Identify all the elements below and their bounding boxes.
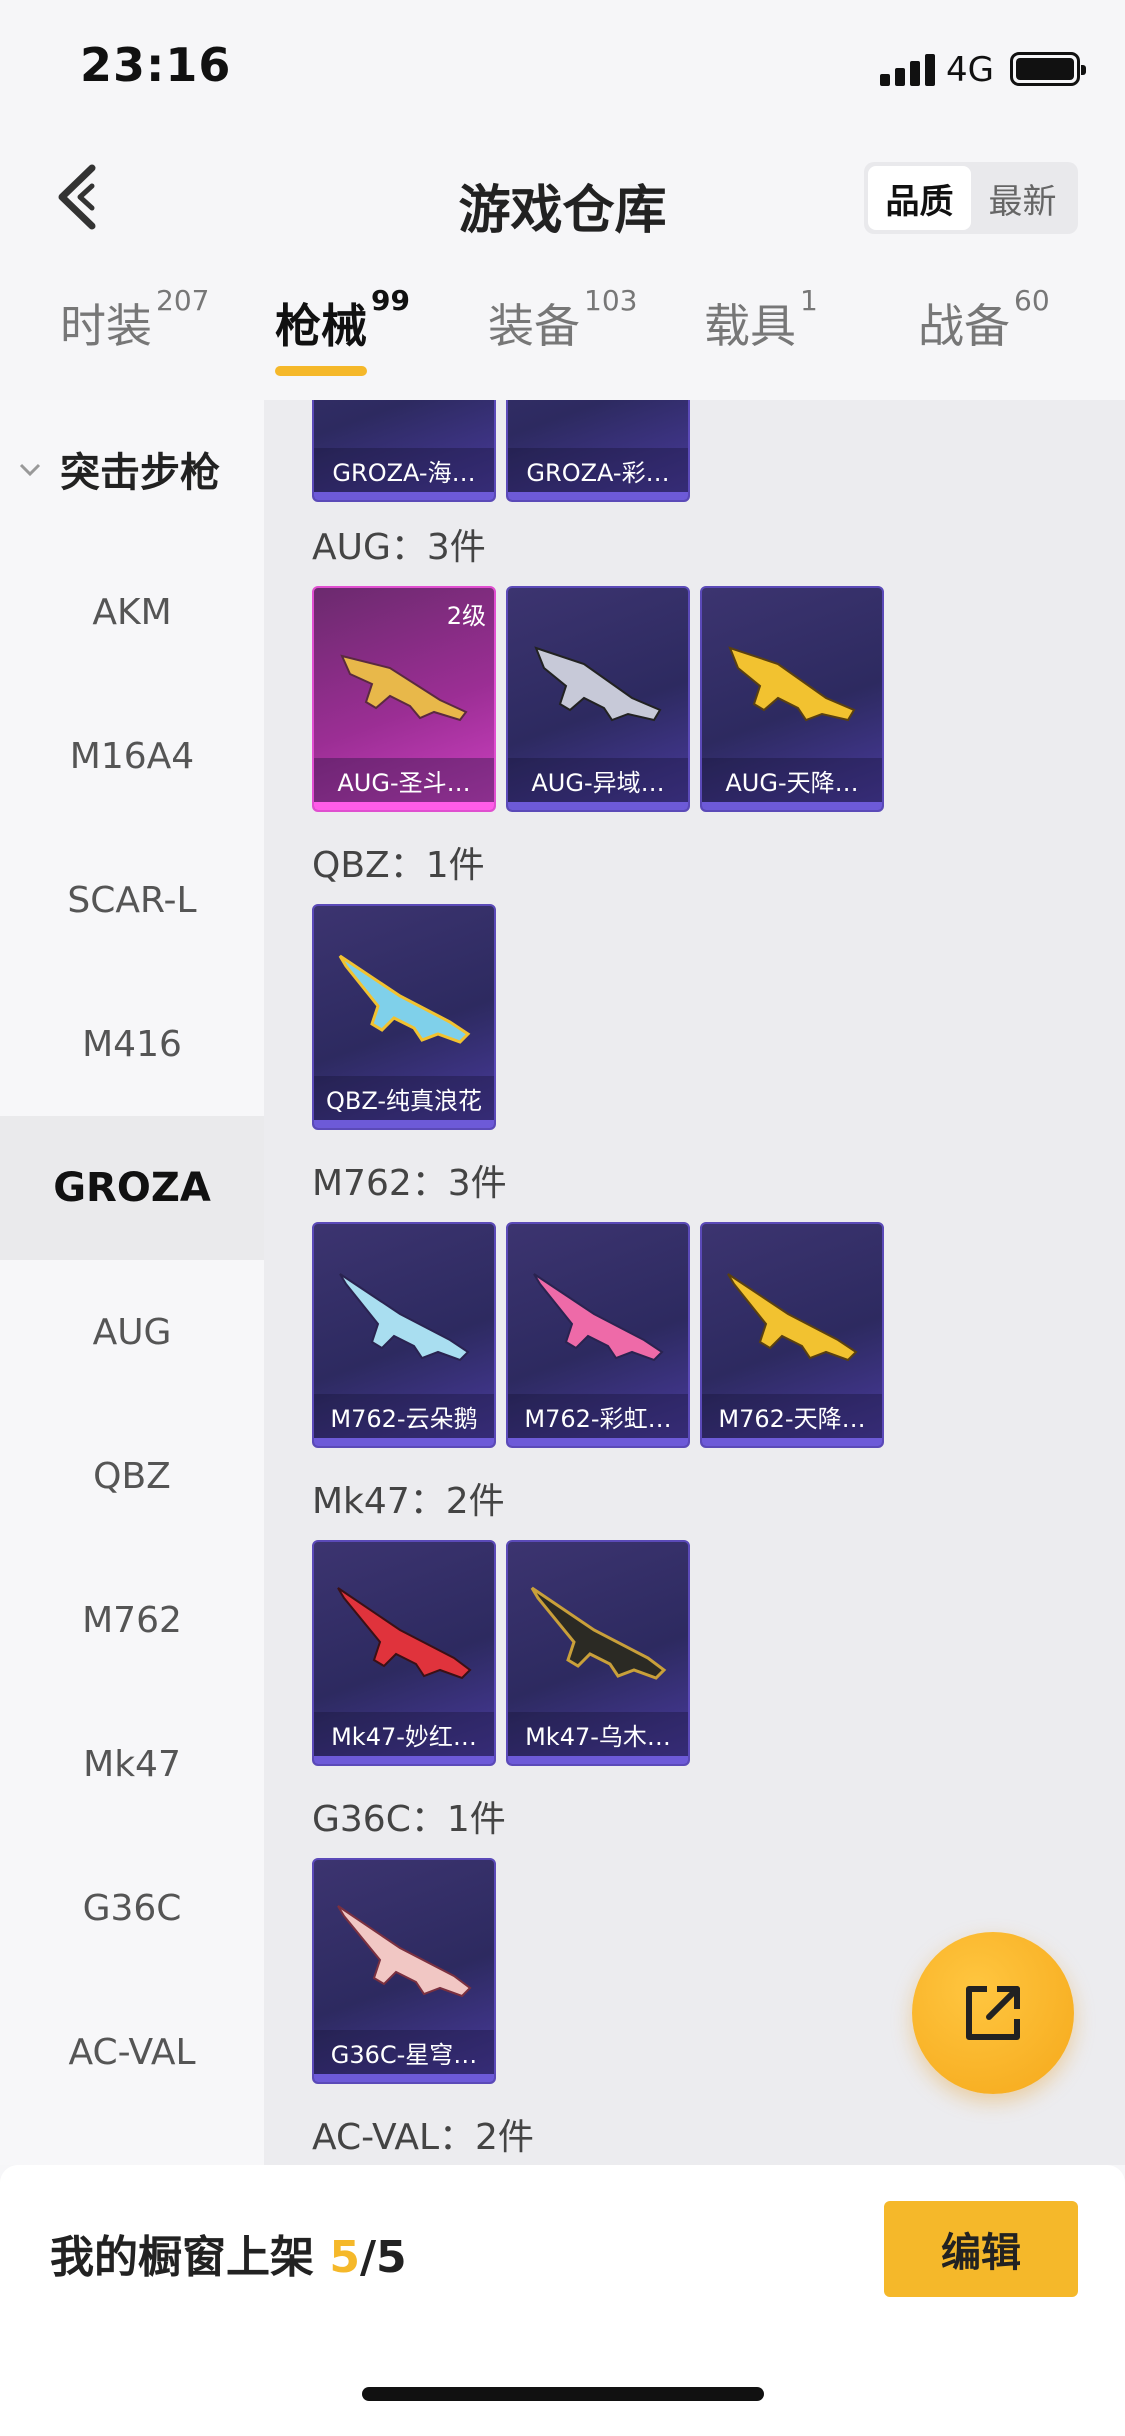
home-indicator[interactable]	[362, 2387, 764, 2401]
rifle-image-icon	[338, 954, 471, 1044]
tab-vehicles[interactable]: 载具 1	[704, 284, 818, 356]
weapon-card-name: GROZA-海…	[314, 448, 494, 500]
rifle-image-icon	[337, 1587, 472, 1680]
sidebar-item-akm[interactable]: AKM	[0, 540, 264, 684]
rifle-image-icon	[524, 400, 674, 428]
sidebar-group-label: 突击步枪	[60, 450, 220, 496]
sidebar-item-qbz[interactable]: QBZ	[0, 1404, 264, 1548]
share-button[interactable]	[912, 1932, 1074, 2094]
weapon-card-name: G36C-星穹…	[314, 2030, 494, 2082]
edit-button[interactable]: 编辑	[884, 2201, 1078, 2297]
weapon-card-name: M762-天降…	[702, 1394, 882, 1446]
rifle-image-icon	[530, 1586, 667, 1680]
sidebar-item-g36c[interactable]: G36C	[0, 1836, 264, 1980]
weapon-card[interactable]: G36C-星穹…	[312, 1858, 496, 2084]
weapon-grid: GROZA-海… GROZA-彩… AUG：3件 2级 AUG-圣斗… AUG-…	[264, 400, 1125, 2165]
tab-supplies[interactable]: 战备 60	[918, 284, 1050, 356]
weapon-card[interactable]: Mk47-乌木…	[506, 1540, 690, 1766]
showcase-count: 5	[329, 2232, 360, 2283]
weapon-card-name: M762-彩虹…	[508, 1394, 688, 1446]
bottom-bar: 我的橱窗上架 5/5 编辑	[0, 2165, 1125, 2436]
rifle-image-icon	[728, 646, 856, 722]
sort-quality-option[interactable]: 品质	[868, 166, 971, 230]
weapon-card-name: AUG-天降…	[702, 758, 882, 810]
battery-icon	[1010, 52, 1086, 86]
tab-active-indicator	[275, 366, 367, 376]
weapon-card-name: QBZ-纯真浪花	[314, 1076, 494, 1128]
sort-toggle[interactable]: 品质 最新	[864, 162, 1078, 234]
sidebar-item-groza[interactable]: GROZA	[0, 1116, 264, 1260]
group-label-g36c: G36C：1件	[312, 1799, 506, 1840]
category-tabs: 时装 207 枪械 99 装备 103 载具 1 战备 60	[0, 284, 1125, 390]
weapon-card-name: Mk47-妙红…	[314, 1712, 494, 1764]
sidebar-item-ac-val[interactable]: AC-VAL	[0, 1980, 264, 2124]
weapon-card[interactable]: M762-云朵鹅	[312, 1222, 496, 1448]
signal-icon	[880, 54, 936, 86]
weapon-card[interactable]: Mk47-妙红…	[312, 1540, 496, 1766]
group-label-m762: M762：3件	[312, 1163, 507, 1204]
weapon-card[interactable]: GROZA-彩…	[506, 400, 690, 502]
rifle-image-icon	[330, 400, 480, 428]
status-time: 23:16	[80, 38, 232, 92]
sidebar-item-m416[interactable]: M416	[0, 972, 264, 1116]
weapon-card[interactable]: M762-彩虹…	[506, 1222, 690, 1448]
group-label-aug: AUG：3件	[312, 527, 486, 568]
sidebar-item-m762[interactable]: M762	[0, 1548, 264, 1692]
weapon-card-name: Mk47-乌木…	[508, 1712, 688, 1764]
tab-equipment[interactable]: 装备 103	[488, 284, 637, 356]
network-label: 4G	[946, 50, 994, 90]
weapon-card[interactable]: AUG-天降…	[700, 586, 884, 812]
weapon-card[interactable]: 2级 AUG-圣斗…	[312, 586, 496, 812]
weapon-card[interactable]: M762-天降…	[700, 1222, 884, 1448]
group-label-mk47: Mk47：2件	[312, 1481, 505, 1522]
rifle-image-icon	[337, 1905, 472, 1998]
rifle-image-icon	[533, 1273, 664, 1362]
weapon-card-name: GROZA-彩…	[508, 448, 688, 500]
status-bar: 23:16 4G	[0, 0, 1125, 140]
share-icon	[966, 1986, 1020, 2040]
weapon-card-name: AUG-圣斗…	[314, 758, 494, 810]
chevron-down-icon	[19, 463, 41, 477]
weapon-card-name: AUG-异域…	[508, 758, 688, 810]
rifle-image-icon	[339, 1273, 470, 1362]
weapon-card-name: M762-云朵鹅	[314, 1394, 494, 1446]
sidebar-item-mk47[interactable]: Mk47	[0, 1692, 264, 1836]
group-label-ac-val: AC-VAL：2件	[312, 2117, 534, 2158]
group-label-qbz: QBZ：1件	[312, 845, 485, 886]
weapon-card[interactable]: GROZA-海…	[312, 400, 496, 502]
sidebar-group-assault-rifles[interactable]: 突击步枪	[18, 440, 220, 498]
weapon-card[interactable]: AUG-异域…	[506, 586, 690, 812]
tab-weapons[interactable]: 枪械 99	[275, 284, 410, 376]
sidebar-item-m16a4[interactable]: M16A4	[0, 684, 264, 828]
sidebar-item-aug[interactable]: AUG	[0, 1260, 264, 1404]
sort-newest-option[interactable]: 最新	[971, 166, 1074, 230]
weapon-sidebar: 突击步枪 AKM M16A4 SCAR-L M416 GROZA AUG QBZ…	[0, 400, 264, 2165]
showcase-shelf-status: 我的橱窗上架 5/5	[50, 2232, 407, 2283]
rifle-image-icon	[534, 646, 662, 722]
rifle-image-icon	[727, 1273, 858, 1362]
rifle-image-icon	[340, 654, 468, 722]
tab-fashion[interactable]: 时装 207	[60, 284, 209, 356]
weapon-card[interactable]: QBZ-纯真浪花	[312, 904, 496, 1130]
sidebar-item-scar-l[interactable]: SCAR-L	[0, 828, 264, 972]
